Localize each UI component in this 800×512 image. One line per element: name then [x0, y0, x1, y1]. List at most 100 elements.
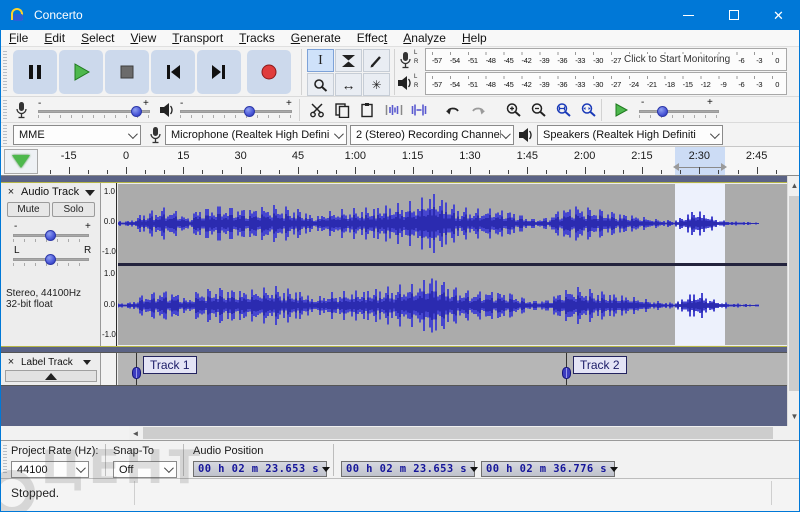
output-device-speaker-icon — [518, 127, 534, 143]
speed-min: - — [641, 98, 644, 108]
collapse-track-button[interactable] — [5, 370, 97, 382]
horizontal-scrollbar[interactable]: ◄ — [129, 426, 787, 440]
record-volume-knob[interactable] — [131, 106, 142, 117]
fit-selection-button[interactable] — [551, 99, 575, 121]
label-flag-icon[interactable] — [132, 367, 141, 379]
fit-project-button[interactable] — [576, 99, 600, 121]
timeline-play-region-button[interactable] — [4, 149, 38, 174]
minimize-button[interactable] — [666, 0, 711, 30]
menu-view[interactable]: View — [122, 30, 164, 47]
audio-position-label: Audio Position — [193, 445, 263, 457]
menu-help[interactable]: Help — [454, 30, 495, 47]
play-volume-knob[interactable] — [244, 106, 255, 117]
timebox-dropdown-icon[interactable] — [322, 467, 330, 472]
scroll-up-icon[interactable]: ▲ — [788, 178, 800, 193]
scroll-down-icon[interactable]: ▼ — [788, 409, 800, 424]
label-track-menu-arrow-icon[interactable] — [83, 360, 91, 365]
label-text-box[interactable]: Track 1 — [143, 356, 197, 374]
label-flag-icon[interactable] — [562, 367, 571, 379]
pause-button[interactable] — [13, 50, 57, 94]
track-name-menu[interactable]: Audio Track — [21, 186, 79, 198]
scroll-left-icon[interactable]: ◄ — [129, 426, 142, 440]
menu-effect[interactable]: Effect — [349, 30, 395, 47]
monitoring-overlay[interactable]: Click to Start Monitoring — [621, 54, 733, 65]
playback-meter[interactable]: -57-54-51-48-45-42-39-36-33-30-27-24-21-… — [425, 72, 787, 95]
play-speed-knob[interactable] — [657, 106, 668, 117]
vertical-scrollbar[interactable]: ▲ ▼ — [787, 176, 800, 426]
zoom-out-button[interactable] — [526, 99, 550, 121]
menu-generate[interactable]: Generate — [283, 30, 349, 47]
maximize-button[interactable] — [711, 0, 756, 30]
menu-tracks[interactable]: Tracks — [231, 30, 283, 47]
timeline-ruler[interactable]: -1501530451:001:151:301:452:002:152:302:… — [1, 147, 799, 176]
undo-button[interactable] — [441, 99, 465, 121]
audio-position-display[interactable]: 00 h 02 m 23.653 s — [193, 461, 327, 477]
vertical-scroll-thumb[interactable] — [789, 196, 800, 391]
selection-start-display[interactable]: 00 h 02 m 23.653 s — [341, 461, 475, 477]
transport-grip[interactable] — [3, 51, 7, 93]
selection-tool-button[interactable]: I — [307, 49, 334, 72]
selection-end-display[interactable]: 00 h 02 m 36.776 s — [481, 461, 615, 477]
label-track-content[interactable]: Track 1 Track 2 — [118, 353, 787, 385]
track-menu-arrow-icon[interactable] — [85, 190, 95, 196]
magnifier-icon — [313, 78, 328, 92]
zoom-tool-button[interactable] — [307, 73, 334, 96]
recording-channels-select[interactable]: 2 (Stereo) Recording Channels — [350, 125, 514, 145]
trim-audio-button[interactable] — [382, 99, 406, 121]
stop-button[interactable] — [105, 50, 149, 94]
multi-tool-button[interactable]: ✳ — [363, 73, 390, 96]
silence-audio-button[interactable] — [407, 99, 431, 121]
menu-analyze[interactable]: Analyze — [395, 30, 454, 47]
maximize-icon — [729, 10, 739, 20]
pan-knob[interactable] — [45, 254, 56, 265]
waveform-area[interactable] — [118, 184, 787, 345]
skip-to-end-icon — [209, 62, 229, 82]
zoom-in-button[interactable] — [501, 99, 525, 121]
skip-to-end-button[interactable] — [197, 50, 241, 94]
menu-edit[interactable]: Edit — [36, 30, 73, 47]
timebox-dropdown-icon[interactable] — [470, 467, 478, 472]
snap-to-select[interactable]: Off — [113, 461, 177, 478]
gain-knob[interactable] — [45, 230, 56, 241]
play-speed-slider[interactable] — [639, 110, 719, 113]
recording-device-select[interactable]: Microphone (Realtek High Defini — [165, 125, 347, 145]
recording-meter[interactable]: -57-54-51-48-45-42-39-36-33-30-27-24-21-… — [425, 48, 787, 71]
status-bar: Stopped. — [1, 478, 799, 511]
menu-select[interactable]: Select — [73, 30, 122, 47]
play-meter-speaker-icon — [397, 75, 413, 91]
envelope-tool-button[interactable] — [335, 49, 362, 72]
close-label-track-button[interactable]: × — [5, 356, 17, 368]
solo-button[interactable]: Solo — [52, 202, 95, 217]
menu-transport[interactable]: Transport — [164, 30, 231, 47]
time-shift-tool-button[interactable]: ↔ — [335, 73, 362, 96]
skip-to-start-button[interactable] — [151, 50, 195, 94]
menu-file[interactable]: File — [1, 30, 36, 47]
play-button[interactable] — [59, 50, 103, 94]
record-meter-mic-icon — [399, 51, 411, 69]
play-volume-slider[interactable] — [180, 110, 292, 113]
selbar-grip[interactable] — [3, 445, 7, 475]
playback-device-select[interactable]: Speakers (Realtek High Definiti — [537, 125, 723, 145]
close-button[interactable]: ✕ — [756, 0, 800, 30]
mute-button[interactable]: Mute — [7, 202, 50, 217]
project-rate-select[interactable]: 44100 — [11, 461, 89, 478]
play-meter-lr: LR — [414, 74, 418, 89]
draw-tool-button[interactable] — [363, 49, 390, 72]
mixer-grip[interactable] — [3, 100, 7, 120]
play-at-speed-button[interactable] — [609, 99, 633, 121]
cut-button[interactable] — [305, 99, 329, 121]
copy-button[interactable] — [330, 99, 354, 121]
paste-button[interactable] — [355, 99, 379, 121]
label-track-name-menu[interactable]: Label Track — [21, 357, 73, 368]
redo-button[interactable] — [466, 99, 490, 121]
device-grip[interactable] — [3, 125, 7, 145]
record-button[interactable] — [247, 50, 291, 94]
chevron-down-icon — [501, 129, 511, 139]
label-text-box[interactable]: Track 2 — [573, 356, 627, 374]
audio-host-select[interactable]: MME — [13, 125, 141, 145]
timebox-dropdown-icon[interactable] — [610, 467, 618, 472]
close-track-button[interactable]: × — [5, 186, 17, 198]
title-bar[interactable]: Concerto ✕ — [1, 0, 800, 30]
horizontal-scroll-thumb[interactable] — [143, 427, 773, 439]
vertical-ruler-ch1[interactable]: 1.0 0.0 -1.0 1.0 0.0 -1.0 — [101, 183, 117, 346]
